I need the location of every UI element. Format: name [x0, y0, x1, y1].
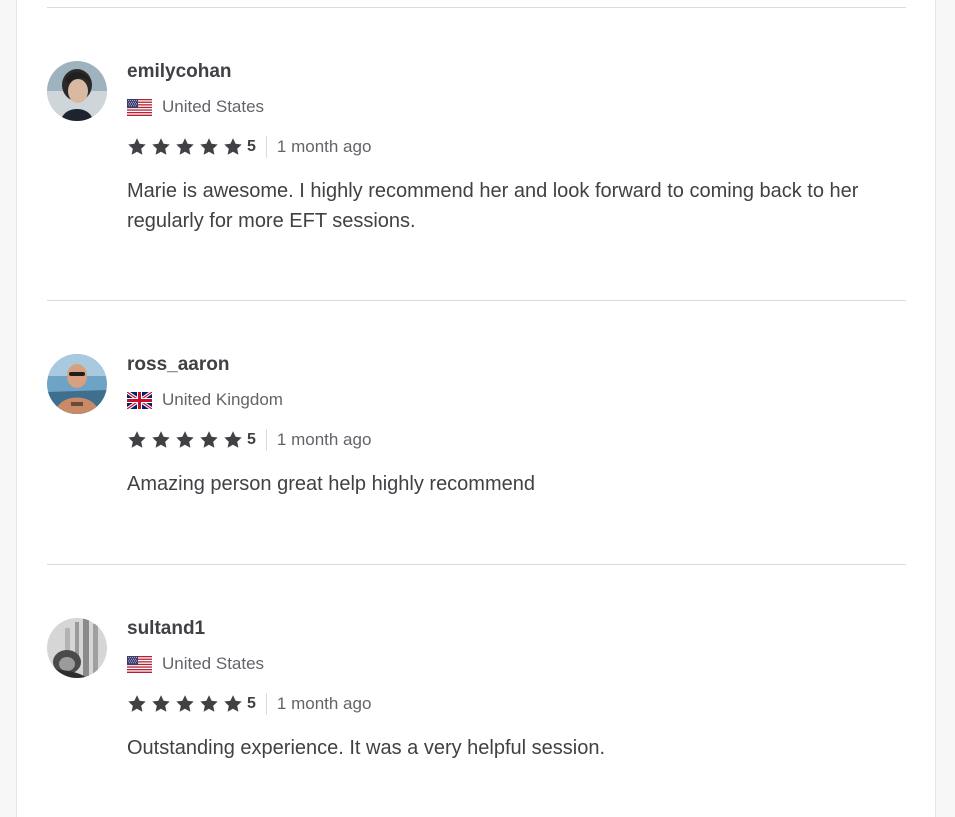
star-rating — [127, 137, 247, 157]
separator — [265, 693, 267, 715]
divider — [47, 564, 906, 565]
star-rating — [127, 430, 247, 450]
us-flag-icon — [127, 99, 152, 116]
star-icon — [199, 430, 219, 450]
username[interactable]: emilycohan — [127, 60, 907, 84]
username[interactable]: sultand1 — [127, 617, 907, 641]
star-rating — [127, 694, 247, 714]
rating-value: 5 — [247, 138, 256, 155]
review-text: Outstanding experience. It was a very he… — [127, 737, 606, 759]
avatar[interactable] — [47, 618, 107, 678]
star-icon — [151, 137, 171, 157]
country: United States — [127, 653, 907, 675]
star-icon — [199, 137, 219, 157]
rating-value: 5 — [247, 695, 256, 712]
review-time: 1 month ago — [276, 694, 372, 713]
review-body: emilycohan United States 5 1 month ago M… — [127, 61, 907, 236]
rating-value: 5 — [247, 431, 256, 448]
review-time: 1 month ago — [276, 430, 372, 449]
country-name: United Kingdom — [162, 390, 283, 409]
reviews-panel: emilycohan United States 5 1 month ago M… — [16, 0, 936, 817]
review-body: sultand1 United States 5 1 month ago Out… — [127, 618, 907, 763]
country: United States — [127, 96, 907, 118]
divider — [47, 7, 906, 8]
star-icon — [223, 137, 243, 157]
review-body: ross_aaron United Kingdom 5 1 month ago … — [127, 354, 907, 499]
star-icon — [223, 430, 243, 450]
avatar[interactable] — [47, 354, 107, 414]
star-icon — [175, 137, 195, 157]
country: United Kingdom — [127, 389, 907, 411]
rating-row: 5 1 month ago — [127, 136, 907, 158]
us-flag-icon — [127, 656, 152, 673]
rating-row: 5 1 month ago — [127, 693, 907, 715]
star-icon — [223, 694, 243, 714]
uk-flag-icon — [127, 392, 152, 409]
divider — [47, 300, 906, 301]
star-icon — [175, 694, 195, 714]
star-icon — [199, 694, 219, 714]
separator — [265, 136, 267, 158]
star-icon — [151, 694, 171, 714]
review-text: Marie is awesome. I highly recommend her… — [127, 180, 859, 232]
star-icon — [127, 694, 147, 714]
rating-row: 5 1 month ago — [127, 429, 907, 451]
review-text: Amazing person great help highly recomme… — [127, 473, 535, 495]
review-time: 1 month ago — [276, 137, 372, 156]
username[interactable]: ross_aaron — [127, 353, 907, 377]
country-name: United States — [162, 654, 265, 673]
star-icon — [151, 430, 171, 450]
star-icon — [175, 430, 195, 450]
country-name: United States — [162, 97, 265, 116]
separator — [265, 429, 267, 451]
star-icon — [127, 137, 147, 157]
avatar[interactable] — [47, 61, 107, 121]
star-icon — [127, 430, 147, 450]
